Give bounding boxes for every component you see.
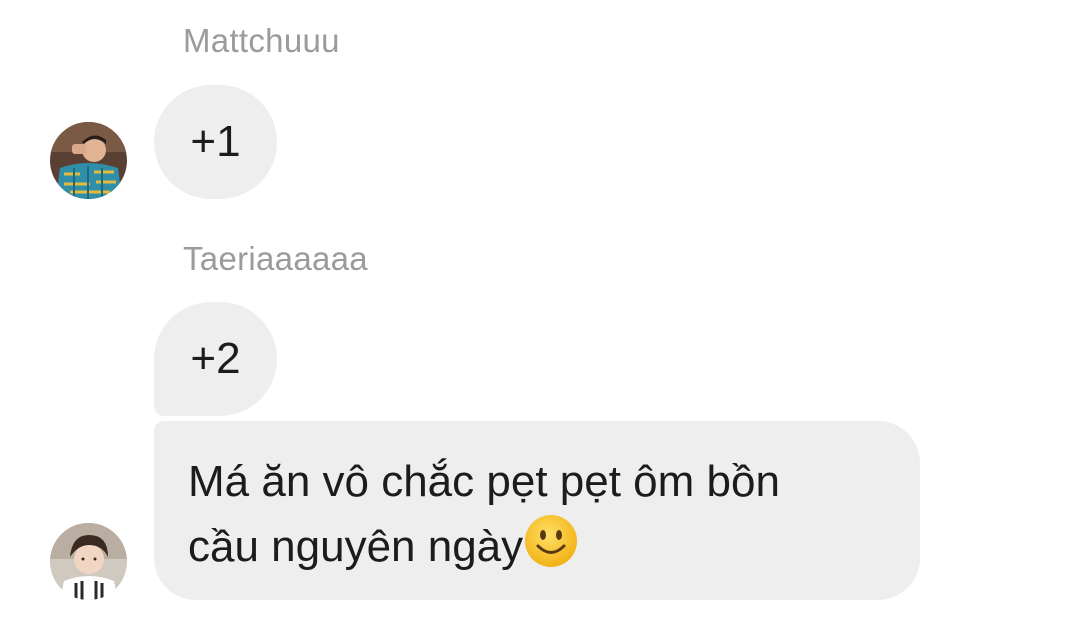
message-bubble[interactable]: +1 [154, 85, 277, 199]
message-bubble[interactable]: Má ăn vô chắc pẹt pẹt ôm bồn cầu nguyên … [154, 421, 920, 600]
sender-name: Mattchuuu [183, 22, 340, 59]
message-text: +2 [190, 334, 241, 383]
avatar[interactable] [50, 122, 127, 199]
user-avatar-icon [50, 122, 127, 199]
user-avatar-icon [50, 523, 127, 600]
avatar[interactable] [50, 523, 127, 600]
message-text-line: cầu nguyên ngày [188, 513, 886, 578]
chat-thread: Mattchuuu +1 Taeriaaaaaa +2 Má ăn vô chắ… [0, 0, 1080, 638]
sender-name: Taeriaaaaaa [183, 240, 368, 277]
message-text: cầu nguyên ngày [188, 522, 524, 571]
slightly-smiling-face-emoji-icon [523, 513, 579, 569]
message-bubble[interactable]: +2 [154, 302, 277, 416]
message-text: +1 [190, 117, 241, 166]
message-text-line: Má ăn vô chắc pẹt pẹt ôm bồn [188, 457, 780, 506]
